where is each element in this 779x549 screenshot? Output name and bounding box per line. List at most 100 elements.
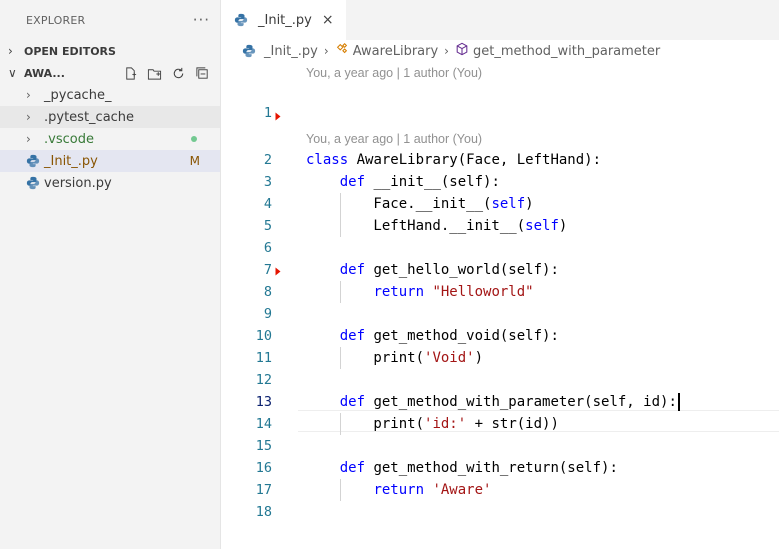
line-number: 7: [263, 262, 272, 278]
more-actions-button[interactable]: ···: [193, 11, 210, 29]
explorer-title: EXPLORER: [26, 13, 86, 27]
codelens-author[interactable]: You, a year ago | 1 author (You): [306, 62, 482, 84]
line-number: 6: [263, 240, 272, 256]
python-file-icon: [26, 176, 40, 190]
code-line: 11 print('Void'): [222, 347, 779, 369]
code-line: 14 print('id:' + str(id)): [222, 413, 779, 435]
refresh-icon[interactable]: [170, 65, 186, 81]
indent-guide: [340, 281, 341, 303]
indent-guide: [340, 413, 341, 435]
indent-guide: [340, 193, 341, 237]
code-text: print('Void'): [306, 350, 484, 366]
explorer-sidebar: EXPLORER ··· › OPEN EDITORS ∨ AWA... › _…: [0, 0, 221, 549]
tree-item-pycache[interactable]: › _pycache_: [0, 84, 220, 106]
open-editors-label: OPEN EDITORS: [24, 44, 116, 58]
new-folder-icon[interactable]: [146, 65, 162, 81]
breadcrumb-method[interactable]: get_method_with_parameter: [473, 44, 660, 59]
modified-badge: M: [189, 154, 200, 168]
code-line: 17 return 'Aware': [222, 479, 779, 501]
line-number: 18: [255, 504, 272, 520]
code-text: LeftHand.__init__(self): [306, 218, 568, 234]
line-number: 1: [263, 105, 272, 121]
workspace-folder-section[interactable]: ∨ AWA...: [0, 62, 220, 84]
tree-item-version-py[interactable]: version.py: [0, 172, 220, 194]
tab-init-py[interactable]: _Init_.py ×: [222, 0, 346, 40]
code-line: 3 def __init__(self):: [222, 171, 779, 193]
tree-item-label: .vscode: [44, 131, 94, 147]
line-number: 12: [255, 372, 272, 388]
code-text: class AwareLibrary(Face, LeftHand):: [306, 152, 602, 168]
codelens-author[interactable]: You, a year ago | 1 author (You): [306, 128, 482, 150]
code-line-current: 13 def get_method_with_parameter(self, i…: [222, 391, 779, 413]
code-line: 1: [222, 102, 779, 124]
code-text: def get_hello_world(self):: [339, 262, 559, 278]
chevron-right-icon: ›: [444, 44, 449, 58]
code-line: 9: [222, 303, 779, 325]
code-line: 7 def get_hello_world(self):: [222, 259, 779, 281]
tree-item-init-py[interactable]: _Init_.py M: [0, 150, 220, 172]
close-tab-icon[interactable]: ×: [322, 12, 334, 28]
python-file-icon: [234, 13, 248, 27]
line-number: 5: [263, 218, 272, 234]
explorer-header: EXPLORER ···: [0, 0, 220, 40]
code-line: 18: [222, 501, 779, 523]
indent-guide: [340, 347, 341, 369]
untracked-dot-icon: [191, 136, 197, 142]
breadcrumb-class[interactable]: AwareLibrary: [353, 44, 438, 59]
new-file-icon[interactable]: [122, 65, 138, 81]
python-file-icon: [242, 44, 256, 58]
line-number: 11: [255, 350, 272, 366]
code-line: 15: [222, 435, 779, 457]
tree-item-pytest-cache[interactable]: › .pytest_cache: [0, 106, 220, 128]
fold-marker-icon[interactable]: [274, 114, 280, 120]
editor-area: _Init_.py × _Init_.py › AwareLibrary › g…: [222, 0, 779, 549]
chevron-right-icon: ›: [26, 110, 31, 124]
line-number: 17: [255, 482, 272, 498]
code-line: 4 Face.__init__(self): [222, 193, 779, 215]
tab-bar: _Init_.py ×: [222, 0, 779, 40]
chevron-right-icon: ›: [26, 132, 31, 146]
chevron-right-icon: ›: [26, 88, 31, 102]
chevron-right-icon: ›: [323, 44, 329, 58]
code-line: 6: [222, 237, 779, 259]
code-text: return 'Aware': [373, 482, 492, 498]
tree-item-label: version.py: [44, 175, 112, 191]
tab-label: _Init_.py: [258, 12, 312, 28]
tree-item-label: _pycache_: [44, 87, 112, 103]
code-text: def __init__(self):: [339, 174, 500, 190]
code-text: def get_method_with_return(self):: [339, 460, 618, 476]
text-cursor: [677, 393, 680, 411]
code-line: 10 def get_method_void(self):: [222, 325, 779, 347]
tree-item-label: .pytest_cache: [44, 109, 135, 125]
line-number: 16: [255, 460, 272, 476]
tree-item-label: _Init_.py: [44, 153, 98, 169]
line-number: 4: [263, 196, 272, 212]
python-file-icon: [26, 154, 40, 168]
code-line: 5 LeftHand.__init__(self): [222, 215, 779, 237]
collapse-all-icon[interactable]: [194, 65, 210, 81]
class-symbol-icon: [335, 42, 349, 60]
line-number: 10: [255, 328, 272, 344]
line-number: 3: [263, 174, 272, 190]
workspace-folder-label: AWA...: [24, 66, 65, 80]
line-number: 15: [255, 438, 272, 454]
method-symbol-icon: [455, 42, 469, 60]
chevron-right-icon: ›: [8, 44, 13, 58]
code-line: 16 def get_method_with_return(self):: [222, 457, 779, 479]
line-number: 2: [263, 152, 272, 168]
code-text: print('id:' + str(id)): [306, 416, 559, 432]
code-line: 12: [222, 369, 779, 391]
tree-item-vscode[interactable]: › .vscode: [0, 128, 220, 150]
line-number: 9: [263, 306, 272, 322]
code-text: def get_method_void(self):: [339, 328, 559, 344]
line-number: 8: [263, 284, 272, 300]
chevron-down-icon: ∨: [8, 66, 17, 80]
line-number: 13: [255, 394, 272, 410]
open-editors-section[interactable]: › OPEN EDITORS: [0, 40, 220, 62]
code-line: 2 class AwareLibrary(Face, LeftHand):: [222, 149, 779, 171]
breadcrumb: _Init_.py › AwareLibrary › get_method_wi…: [222, 40, 779, 62]
fold-marker-icon[interactable]: [274, 269, 280, 275]
line-number: 14: [255, 416, 272, 432]
breadcrumb-file[interactable]: _Init_.py: [264, 44, 318, 59]
code-line: 8 return "Helloworld": [222, 281, 779, 303]
